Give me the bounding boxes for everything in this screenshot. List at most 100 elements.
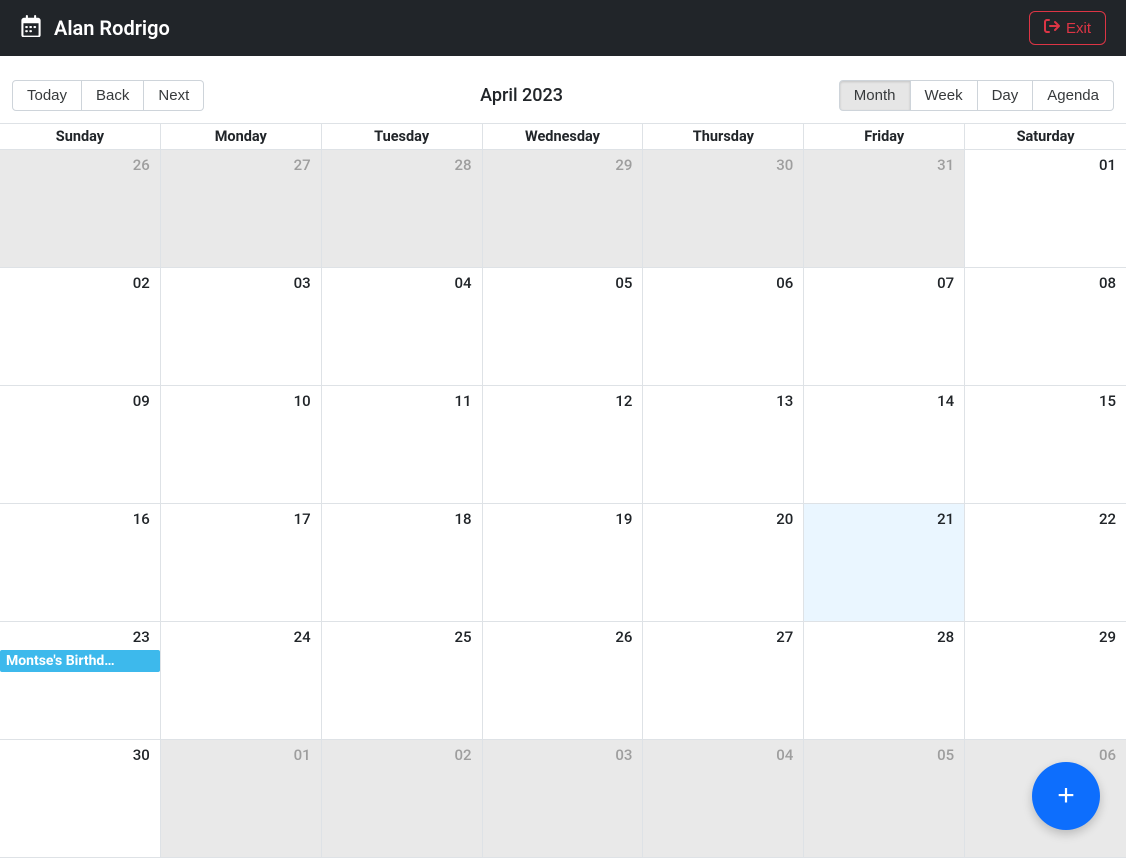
day-cell[interactable]: 02	[322, 740, 483, 858]
day-cell[interactable]: 19	[483, 504, 644, 622]
day-cell[interactable]: 23Montse's Birthd…	[0, 622, 161, 740]
today-button[interactable]: Today	[12, 80, 82, 111]
day-cell[interactable]: 20	[643, 504, 804, 622]
calendar-toolbar: Today Back Next April 2023 Month Week Da…	[0, 56, 1126, 123]
back-button[interactable]: Back	[82, 80, 144, 111]
nav-group: Today Back Next	[12, 80, 204, 111]
day-number: 09	[0, 390, 154, 410]
day-number: 20	[643, 508, 797, 528]
day-number: 28	[804, 626, 958, 646]
day-number: 14	[804, 390, 958, 410]
day-number: 06	[965, 744, 1120, 764]
day-cell[interactable]: 03	[483, 740, 644, 858]
day-number: 30	[0, 744, 154, 764]
day-cell[interactable]: 30	[643, 150, 804, 268]
day-number: 03	[483, 744, 637, 764]
day-number: 08	[965, 272, 1120, 292]
weekday-label: Saturday	[965, 124, 1126, 150]
day-number: 12	[483, 390, 637, 410]
day-number: 25	[322, 626, 476, 646]
day-cell[interactable]: 11	[322, 386, 483, 504]
day-number: 01	[965, 154, 1120, 174]
day-cell[interactable]: 30	[0, 740, 161, 858]
weekday-label: Friday	[804, 124, 965, 150]
day-number: 16	[0, 508, 154, 528]
day-cell[interactable]: 21	[804, 504, 965, 622]
day-cell[interactable]: 15	[965, 386, 1126, 504]
day-cell[interactable]: 29	[965, 622, 1126, 740]
day-number: 26	[483, 626, 637, 646]
plus-icon: +	[1057, 779, 1075, 813]
day-cell[interactable]: 08	[965, 268, 1126, 386]
day-cell[interactable]: 09	[0, 386, 161, 504]
add-event-button[interactable]: +	[1032, 762, 1100, 830]
day-number: 18	[322, 508, 476, 528]
day-number: 28	[322, 154, 476, 174]
day-number: 05	[483, 272, 637, 292]
calendar-icon	[20, 15, 42, 42]
day-cell[interactable]: 26	[0, 150, 161, 268]
weekday-label: Sunday	[0, 124, 161, 150]
day-cell[interactable]: 12	[483, 386, 644, 504]
day-number: 22	[965, 508, 1120, 528]
day-cell[interactable]: 18	[322, 504, 483, 622]
day-cell[interactable]: 17	[161, 504, 322, 622]
day-number: 01	[161, 744, 315, 764]
day-number: 07	[804, 272, 958, 292]
day-cell[interactable]: 04	[322, 268, 483, 386]
view-day-button[interactable]: Day	[978, 80, 1034, 111]
day-cell[interactable]: 28	[322, 150, 483, 268]
day-number: 17	[161, 508, 315, 528]
day-cell[interactable]: 01	[161, 740, 322, 858]
weekday-label: Tuesday	[322, 124, 483, 150]
day-cell[interactable]: 07	[804, 268, 965, 386]
next-button[interactable]: Next	[144, 80, 204, 111]
day-cell[interactable]: 28	[804, 622, 965, 740]
day-cell[interactable]: 31	[804, 150, 965, 268]
calendar-event[interactable]: Montse's Birthd…	[0, 650, 160, 672]
weekday-label: Thursday	[643, 124, 804, 150]
brand: Alan Rodrigo	[20, 15, 170, 42]
topbar: Alan Rodrigo Exit	[0, 0, 1126, 56]
day-number: 04	[322, 272, 476, 292]
view-agenda-button[interactable]: Agenda	[1033, 80, 1114, 111]
day-number: 21	[804, 508, 958, 528]
day-cell[interactable]: 24	[161, 622, 322, 740]
day-cell[interactable]: 14	[804, 386, 965, 504]
day-number: 29	[483, 154, 637, 174]
exit-button[interactable]: Exit	[1029, 11, 1106, 45]
day-number: 10	[161, 390, 315, 410]
day-cell[interactable]: 22	[965, 504, 1126, 622]
day-cell[interactable]: 16	[0, 504, 161, 622]
day-cell[interactable]: 04	[643, 740, 804, 858]
day-cell[interactable]: 06	[643, 268, 804, 386]
sign-out-icon	[1044, 18, 1060, 38]
day-number: 03	[161, 272, 315, 292]
view-week-button[interactable]: Week	[911, 80, 978, 111]
day-number: 02	[322, 744, 476, 764]
day-cell[interactable]: 27	[643, 622, 804, 740]
weekday-header: Sunday Monday Tuesday Wednesday Thursday…	[0, 124, 1126, 150]
day-cell[interactable]: 03	[161, 268, 322, 386]
day-cell[interactable]: 13	[643, 386, 804, 504]
day-number: 13	[643, 390, 797, 410]
day-number: 24	[161, 626, 315, 646]
day-cell[interactable]: 25	[322, 622, 483, 740]
weekday-label: Wednesday	[483, 124, 644, 150]
toolbar-title: April 2023	[480, 85, 563, 106]
day-cell[interactable]: 05	[804, 740, 965, 858]
day-cell[interactable]: 29	[483, 150, 644, 268]
day-cell[interactable]: 26	[483, 622, 644, 740]
day-cell[interactable]: 27	[161, 150, 322, 268]
day-number: 29	[965, 626, 1120, 646]
view-month-button[interactable]: Month	[839, 80, 911, 111]
day-cell[interactable]: 05	[483, 268, 644, 386]
day-number: 27	[161, 154, 315, 174]
day-number: 02	[0, 272, 154, 292]
day-cell[interactable]: 02	[0, 268, 161, 386]
day-number: 31	[804, 154, 958, 174]
day-cell[interactable]: 10	[161, 386, 322, 504]
day-number: 04	[643, 744, 797, 764]
day-number: 19	[483, 508, 637, 528]
day-cell[interactable]: 01	[965, 150, 1126, 268]
